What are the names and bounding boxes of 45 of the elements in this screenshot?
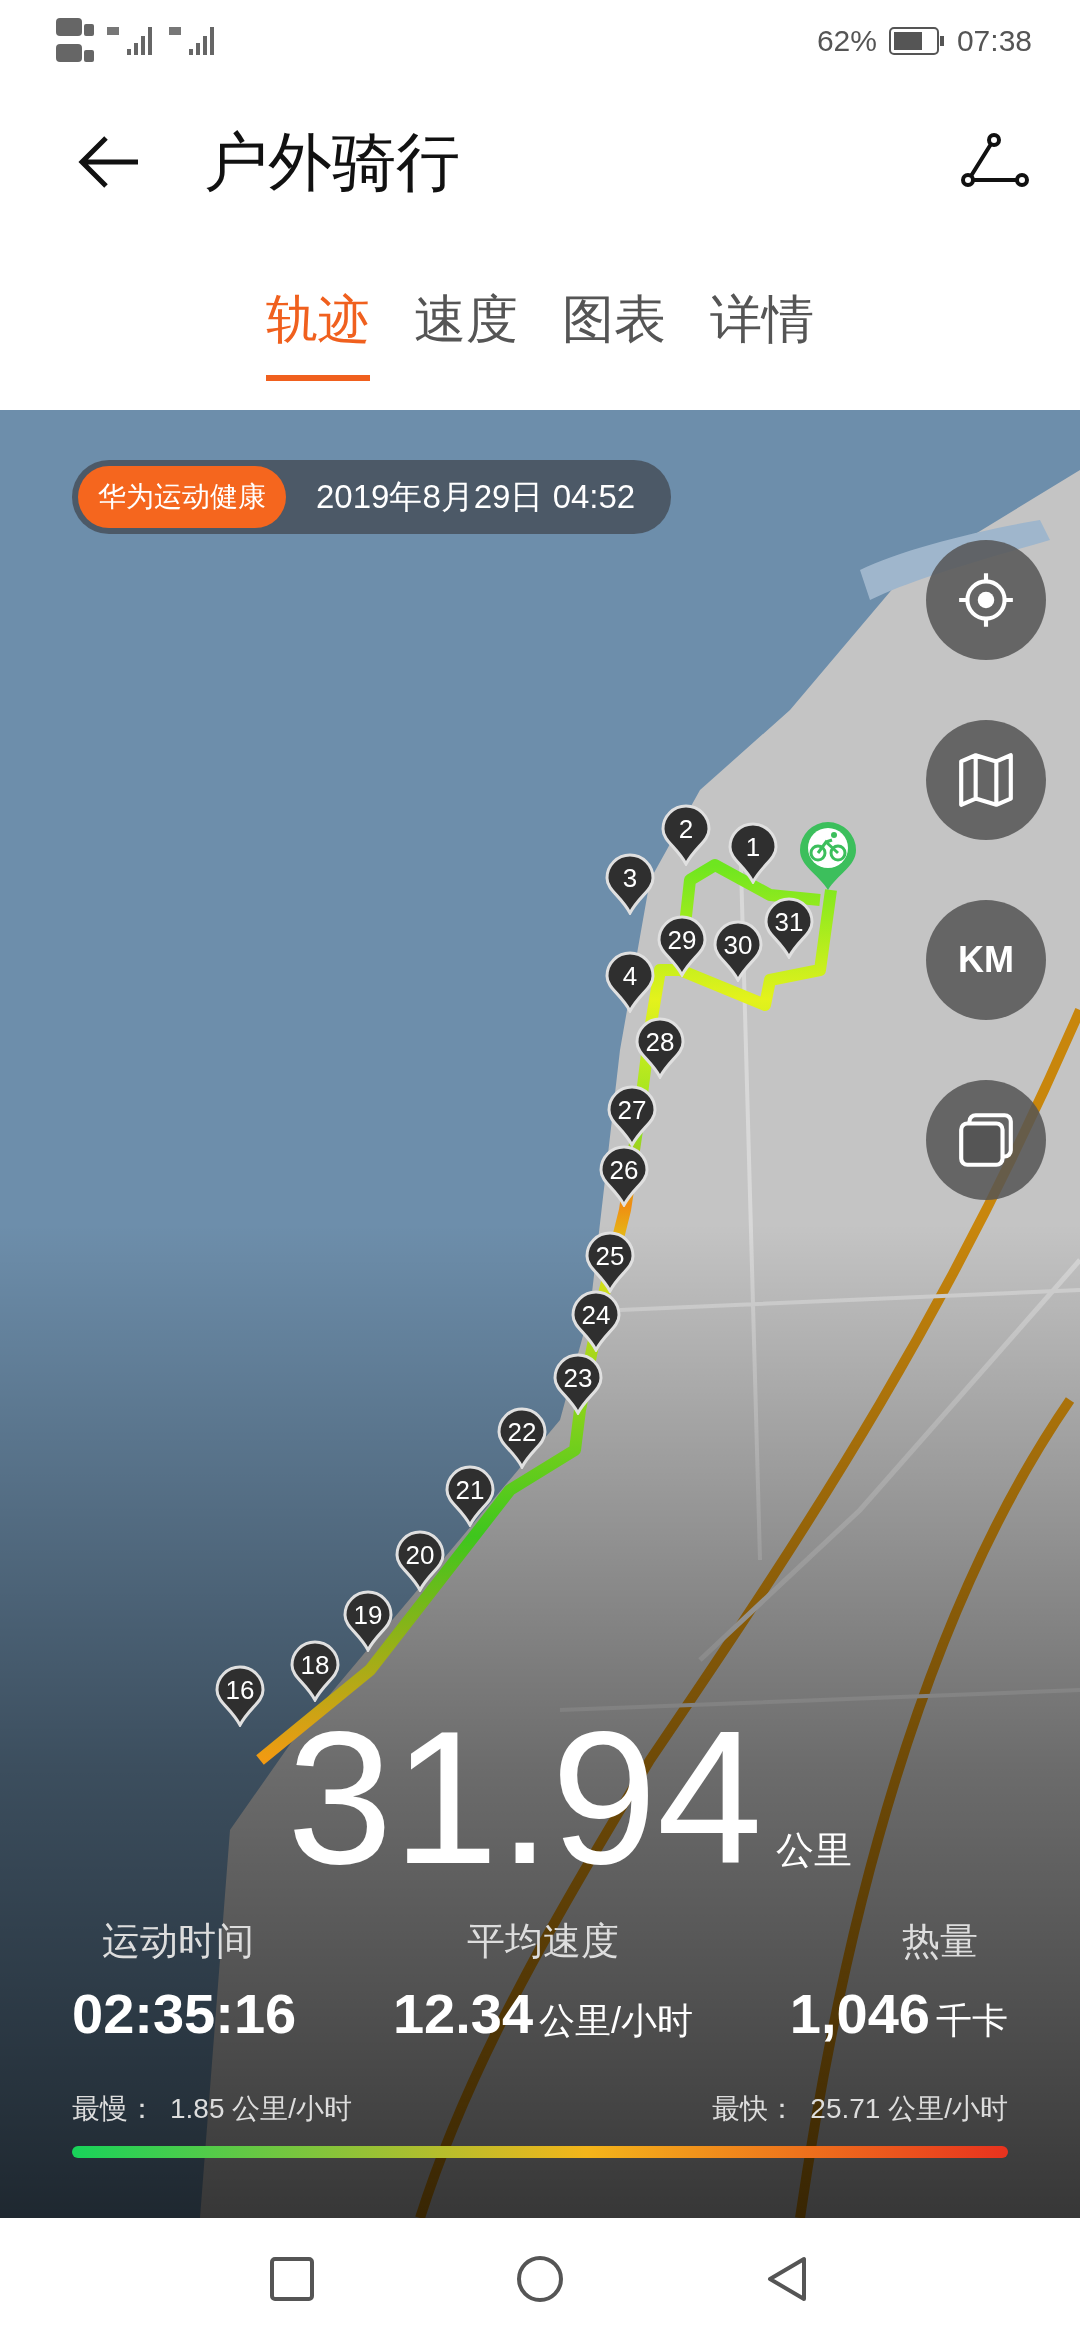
clock-time: 07:38 <box>956 24 1032 58</box>
tab[interactable]: 图表 <box>562 271 666 381</box>
page-title: 户外骑行 <box>204 124 461 200</box>
distance-unit: 公里 <box>776 1828 853 1873</box>
stat-label: 平均速度 <box>467 1919 619 1964</box>
route-marker[interactable]: 18 <box>290 1640 340 1702</box>
recent-apps-icon[interactable] <box>268 2255 316 2303</box>
route-marker[interactable]: 26 <box>599 1145 649 1207</box>
route-marker[interactable]: 22 <box>497 1407 547 1469</box>
route-marker[interactable]: 28 <box>635 1017 685 1079</box>
home-icon[interactable] <box>516 2255 564 2303</box>
workout-date: 2019年8月29日 04:52 <box>316 476 636 517</box>
route-marker[interactable]: 27 <box>607 1085 657 1147</box>
battery-icon <box>888 27 945 55</box>
route-marker[interactable]: 2 <box>661 804 711 866</box>
stat-unit: 公里/小时 <box>539 1999 694 2043</box>
bicycle-pin-icon <box>798 820 858 892</box>
route-marker[interactable]: 24 <box>571 1290 621 1352</box>
tab[interactable]: 速度 <box>414 271 518 381</box>
route-marker[interactable]: 20 <box>395 1530 445 1592</box>
fastest-speed: 25.71 公里/小时 <box>810 2092 1008 2126</box>
route-marker[interactable]: 29 <box>657 915 707 977</box>
stat-label: 热量 <box>902 1919 978 1964</box>
fastest-label: 最快： <box>712 2092 797 2126</box>
route-marker[interactable]: 19 <box>343 1590 393 1652</box>
route-marker[interactable]: 3 <box>605 853 655 915</box>
stat-label: 运动时间 <box>102 1919 254 1964</box>
route-marker[interactable]: 4 <box>605 951 655 1013</box>
route-marker[interactable]: 16 <box>215 1665 265 1727</box>
route-marker[interactable]: 31 <box>764 897 814 959</box>
slowest-label: 最慢： <box>72 2092 156 2126</box>
route-marker[interactable]: 1 <box>728 822 778 884</box>
route-marker[interactable]: 30 <box>713 920 763 982</box>
app-badge: 华为运动健康 <box>78 466 286 528</box>
route-marker[interactable]: 23 <box>553 1353 603 1415</box>
stat-value: 02:35:16 <box>72 1981 297 2046</box>
stat-unit: 千卡 <box>936 1999 1008 2043</box>
stat-value: 12.34 <box>392 1981 534 2046</box>
stat-value: 1,046 <box>789 1981 930 2046</box>
back-arrow-icon[interactable] <box>76 134 140 190</box>
route-marker[interactable]: 21 <box>445 1465 495 1527</box>
route-marker[interactable]: 25 <box>585 1231 635 1293</box>
battery-percent: 62% <box>816 24 877 58</box>
tab[interactable]: 详情 <box>710 271 814 381</box>
slowest-speed: 1.85 公里/小时 <box>170 2092 353 2126</box>
